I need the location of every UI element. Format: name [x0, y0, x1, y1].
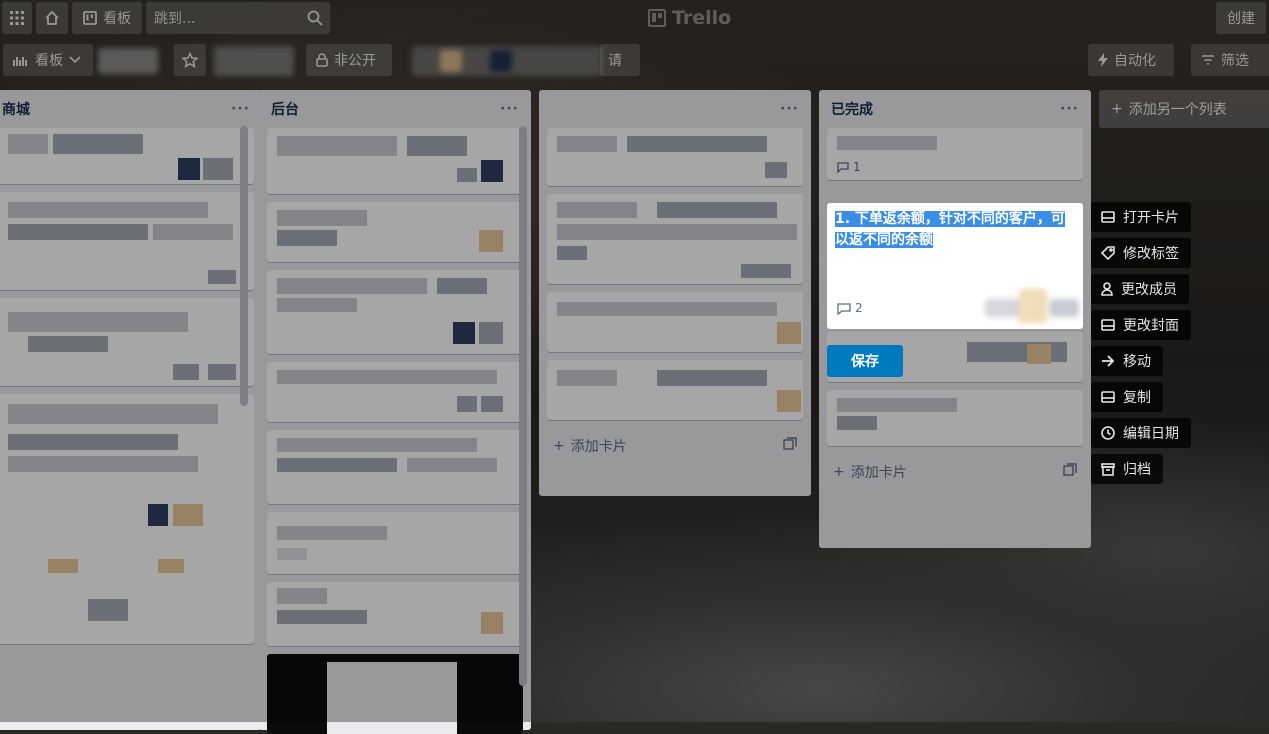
card-title-textarea[interactable]: 1. 下单返余额，针对不同的客户，可以返不同的余额 [835, 209, 1075, 251]
change-cover-button[interactable]: 更改封面 [1091, 310, 1191, 340]
person-icon [1101, 282, 1113, 296]
member-avatar[interactable] [1019, 289, 1047, 323]
action-label: 移动 [1123, 354, 1151, 370]
open-card-button[interactable]: 打开卡片 [1091, 202, 1191, 232]
tag-icon [1101, 246, 1115, 260]
save-label: 保存 [851, 354, 879, 370]
action-label: 更改封面 [1123, 318, 1179, 334]
action-label: 更改成员 [1121, 282, 1177, 298]
action-label: 归档 [1123, 462, 1151, 478]
archive-icon [1101, 462, 1115, 476]
move-button[interactable]: 移动 [1091, 346, 1163, 376]
comment-icon [837, 302, 851, 315]
copy-icon [1101, 391, 1115, 403]
action-label: 修改标签 [1123, 246, 1179, 262]
action-label: 编辑日期 [1123, 426, 1179, 442]
cover-icon [1101, 319, 1115, 331]
edit-labels-button[interactable]: 修改标签 [1091, 238, 1191, 268]
card-icon [1101, 211, 1115, 223]
save-button[interactable]: 保存 [827, 345, 903, 377]
comment-badge: 2 [837, 301, 863, 315]
quick-edit-card[interactable]: 1. 下单返余额，针对不同的客户，可以返不同的余额 2 [827, 203, 1083, 329]
copy-button[interactable]: 复制 [1091, 382, 1163, 412]
edit-dates-button[interactable]: 编辑日期 [1091, 418, 1191, 448]
comment-count: 2 [855, 301, 863, 315]
member-avatar[interactable] [1049, 299, 1079, 317]
clock-icon [1101, 426, 1115, 440]
action-label: 复制 [1123, 390, 1151, 406]
arrow-right-icon [1102, 355, 1115, 367]
action-label: 打开卡片 [1123, 210, 1179, 226]
archive-button[interactable]: 归档 [1091, 454, 1163, 484]
quick-edit-overlay[interactable] [0, 0, 1269, 722]
selected-text: 1. 下单返余额，针对不同的客户，可以返不同的余额 [835, 211, 1065, 248]
change-members-button[interactable]: 更改成员 [1091, 274, 1189, 304]
